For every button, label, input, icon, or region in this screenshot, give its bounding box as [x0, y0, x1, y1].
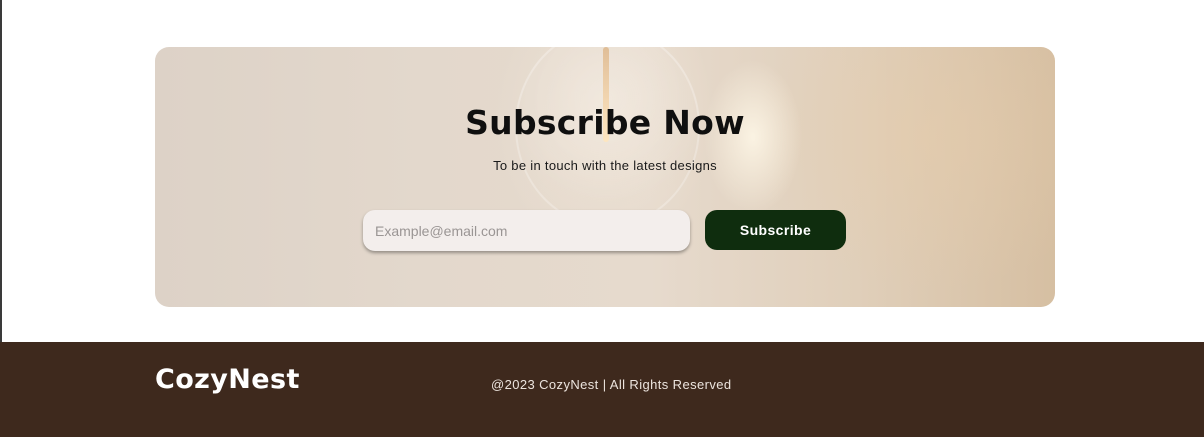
page-left-border — [0, 0, 2, 342]
subscribe-button[interactable]: Subscribe — [705, 210, 846, 250]
footer-logo[interactable]: CozyNest — [155, 364, 300, 395]
subscribe-banner: Subscribe Now To be in touch with the la… — [155, 47, 1055, 307]
footer-copyright: @2023 CozyNest | All Rights Reserved — [491, 377, 732, 392]
subscribe-title: Subscribe Now — [465, 103, 745, 142]
footer: CozyNest @2023 CozyNest | All Rights Res… — [0, 342, 1204, 437]
subscribe-subtitle: To be in touch with the latest designs — [493, 158, 717, 173]
email-input[interactable] — [363, 210, 690, 251]
